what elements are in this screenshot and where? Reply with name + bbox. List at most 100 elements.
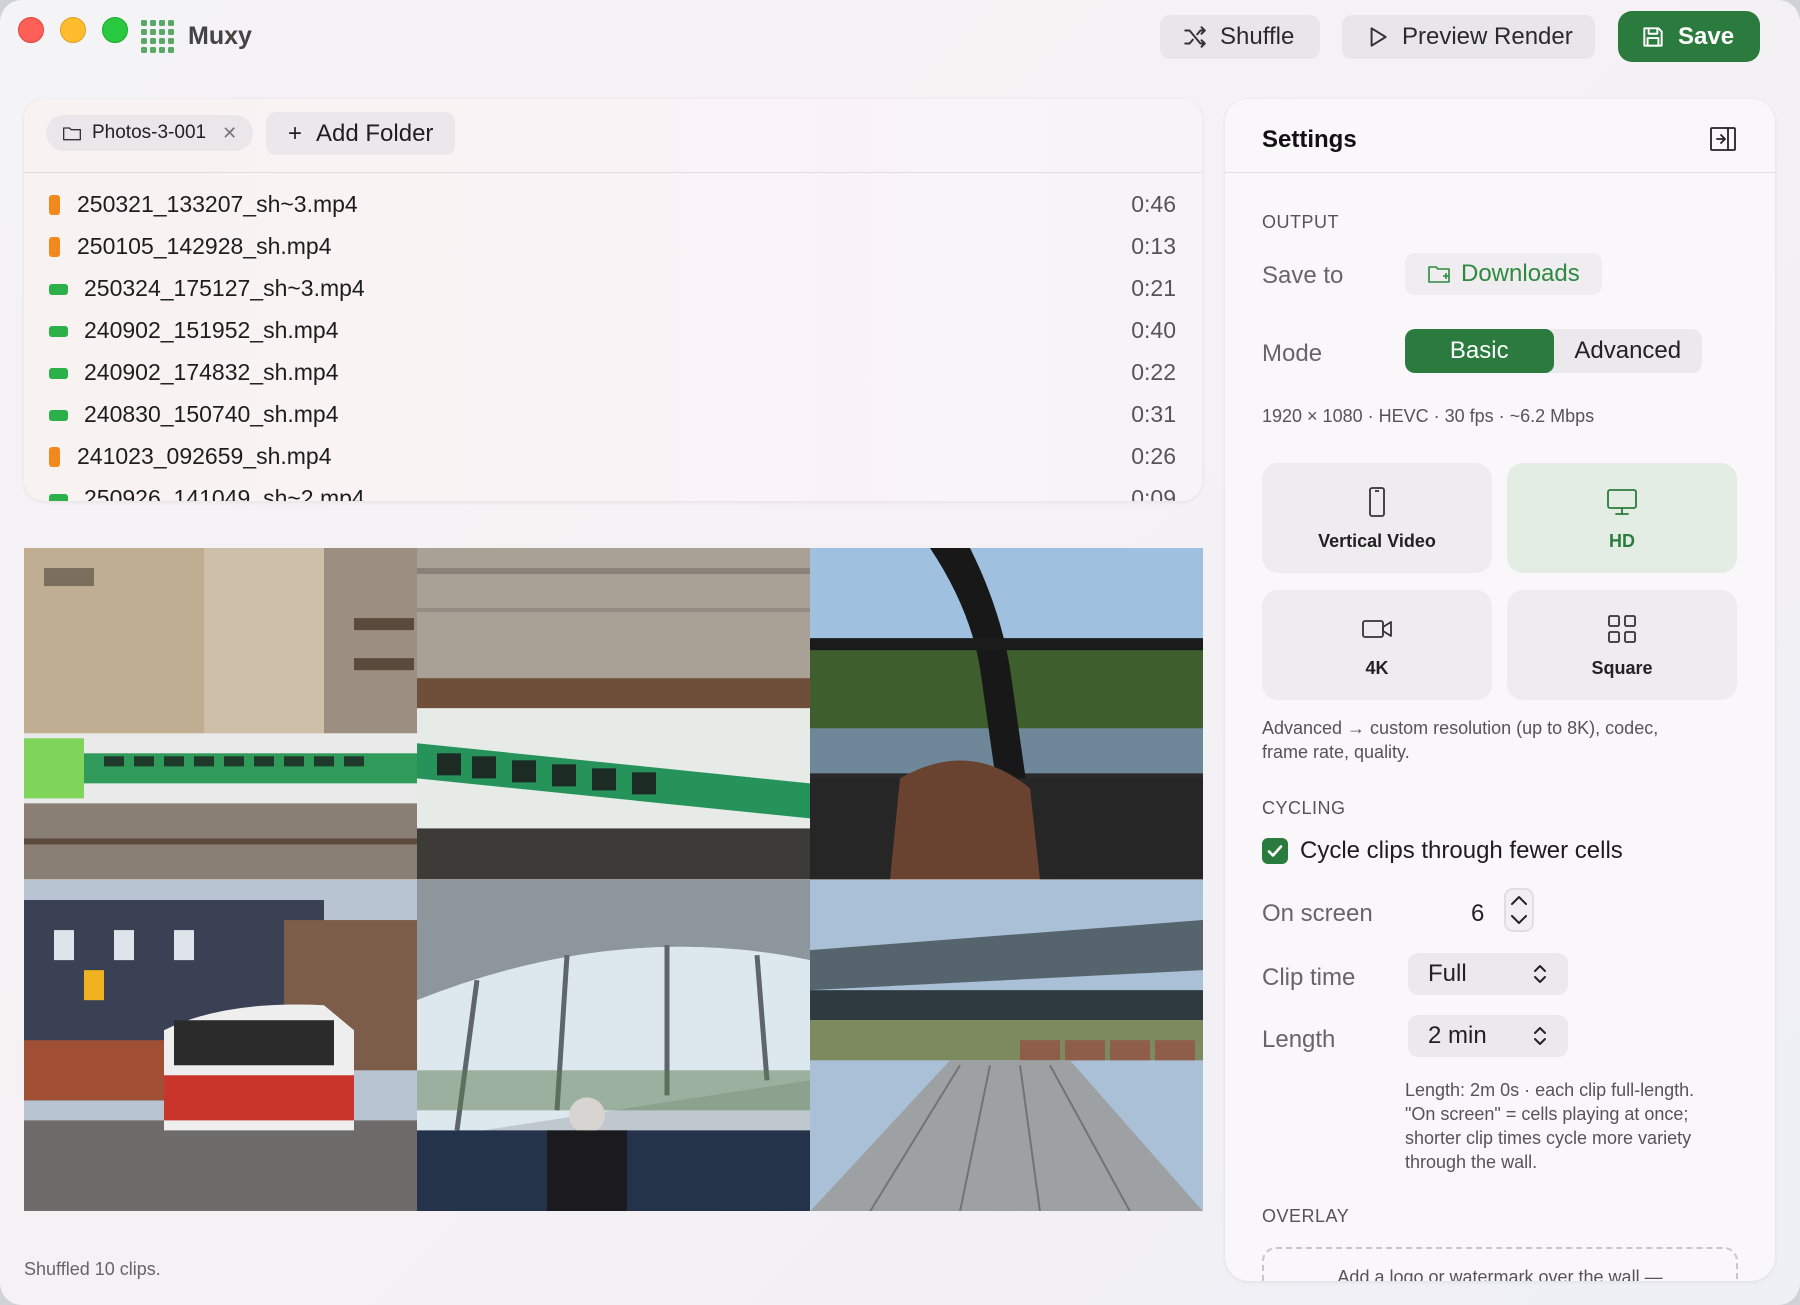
train-window-lake-thumbnail bbox=[810, 548, 1203, 880]
save-button[interactable]: Save bbox=[1618, 11, 1760, 62]
zoom-window-button[interactable] bbox=[102, 17, 128, 43]
remove-folder-icon[interactable]: ✕ bbox=[222, 123, 237, 144]
file-row[interactable]: 241023_092659_sh.mp4 0:26 bbox=[24, 437, 1202, 479]
preset-hd-label: HD bbox=[1609, 530, 1635, 551]
title-bar: Muxy Shuffle Preview Render Save bbox=[0, 0, 1800, 80]
length-value: 2 min bbox=[1428, 1022, 1487, 1049]
clip-time-select[interactable]: Full bbox=[1408, 953, 1568, 995]
file-row[interactable]: 240902_174832_sh.mp4 0:22 bbox=[24, 353, 1202, 395]
file-list-panel: Photos-3-001 ✕ + Add Folder 250321_13320… bbox=[24, 99, 1202, 501]
on-screen-stepper[interactable] bbox=[1504, 888, 1534, 932]
file-row[interactable]: 240902_151952_sh.mp4 0:40 bbox=[24, 311, 1202, 353]
cycle-clips-checkbox[interactable] bbox=[1262, 838, 1288, 864]
file-duration: 0:21 bbox=[1131, 275, 1176, 301]
preset-vertical-video[interactable]: Vertical Video bbox=[1262, 463, 1492, 573]
app-window: Muxy Shuffle Preview Render Save Photos-… bbox=[0, 0, 1800, 1305]
status-message: Shuffled 10 clips. bbox=[24, 1259, 161, 1279]
folder-plus-icon bbox=[1428, 266, 1450, 283]
preview-cell-4 bbox=[24, 879, 417, 1211]
close-window-button[interactable] bbox=[18, 17, 44, 43]
file-duration: 0:13 bbox=[1131, 233, 1176, 259]
collapse-sidebar-icon[interactable] bbox=[1709, 126, 1737, 152]
file-row[interactable]: 250926_141049_sh~2.mp4 0:09 bbox=[24, 479, 1202, 501]
preset-hd[interactable]: HD bbox=[1507, 463, 1737, 573]
plus-icon: + bbox=[288, 119, 303, 147]
monitor-icon bbox=[1607, 488, 1637, 515]
overlay-drop-zone[interactable]: Add a logo or watermark over the wall — bbox=[1262, 1247, 1738, 1281]
settings-panel: Settings OUTPUT Save to Downloads Mode B… bbox=[1225, 99, 1775, 1281]
file-duration: 0:31 bbox=[1131, 401, 1176, 427]
clip-color-marker bbox=[49, 195, 60, 215]
advanced-hint-line-1: Advanced → custom resolution (up to 8K),… bbox=[1262, 718, 1659, 738]
preview-cell-6 bbox=[810, 879, 1203, 1211]
file-duration: 0:40 bbox=[1131, 317, 1176, 343]
folder-icon bbox=[63, 127, 82, 141]
file-name: 250105_142928_sh.mp4 bbox=[77, 233, 332, 259]
folder-chip[interactable]: Photos-3-001 ✕ bbox=[46, 115, 254, 151]
clip-time-label: Clip time bbox=[1262, 964, 1356, 991]
preset-square[interactable]: Square bbox=[1507, 590, 1737, 700]
clip-color-marker bbox=[49, 326, 68, 337]
preview-cell-5 bbox=[417, 879, 810, 1211]
folder-chip-label: Photos-3-001 bbox=[92, 122, 207, 143]
phone-icon bbox=[1369, 486, 1385, 517]
file-name: 240902_174832_sh.mp4 bbox=[84, 359, 339, 385]
preview-render-button[interactable]: Preview Render bbox=[1342, 15, 1595, 59]
settings-title: Settings bbox=[1262, 126, 1357, 153]
file-name: 250926_141049_sh~2.mp4 bbox=[84, 485, 365, 501]
minimize-window-button[interactable] bbox=[60, 17, 86, 43]
file-row[interactable]: 240830_150740_sh.mp4 0:31 bbox=[24, 395, 1202, 437]
train-station-thumbnail bbox=[24, 548, 417, 880]
length-hint: Length: 2m 0s · each clip full-length. "… bbox=[1405, 1078, 1755, 1174]
file-list-header: Photos-3-001 ✕ + Add Folder bbox=[24, 99, 1202, 173]
mode-advanced-option[interactable]: Advanced bbox=[1554, 329, 1703, 373]
add-folder-button[interactable]: + Add Folder bbox=[266, 112, 456, 155]
clip-color-marker bbox=[49, 237, 60, 257]
checkmark-icon bbox=[1267, 845, 1283, 857]
shuffle-button[interactable]: Shuffle bbox=[1160, 15, 1320, 59]
streetcar-thumbnail bbox=[24, 879, 417, 1211]
preview-cell-1 bbox=[24, 548, 417, 880]
shuffle-label: Shuffle bbox=[1220, 23, 1295, 50]
file-row[interactable]: 250324_175127_sh~3.mp4 0:21 bbox=[24, 269, 1202, 311]
preview-cell-2 bbox=[417, 548, 810, 880]
file-duration: 0:26 bbox=[1131, 443, 1176, 469]
preset-4k[interactable]: 4K bbox=[1262, 590, 1492, 700]
save-to-folder-button[interactable]: Downloads bbox=[1405, 253, 1602, 295]
length-hint-line-4: through the wall. bbox=[1405, 1152, 1538, 1172]
file-row[interactable]: 250321_133207_sh~3.mp4 0:46 bbox=[24, 185, 1202, 227]
file-duration: 0:09 bbox=[1131, 485, 1176, 501]
file-duration: 0:22 bbox=[1131, 359, 1176, 385]
chevron-up-down-icon bbox=[1534, 1027, 1546, 1045]
train-closeup-thumbnail bbox=[417, 548, 810, 880]
file-row[interactable]: 250105_142928_sh.mp4 0:13 bbox=[24, 227, 1202, 269]
clip-color-marker bbox=[49, 284, 68, 295]
preview-render-label: Preview Render bbox=[1402, 23, 1573, 50]
chevron-up-down-icon bbox=[1534, 965, 1546, 983]
preset-vertical-label: Vertical Video bbox=[1318, 530, 1436, 551]
file-name: 240830_150740_sh.mp4 bbox=[84, 401, 339, 427]
clip-color-marker bbox=[49, 447, 60, 467]
file-name: 241023_092659_sh.mp4 bbox=[77, 443, 332, 469]
output-section-label: OUTPUT bbox=[1262, 212, 1339, 232]
file-duration: 0:46 bbox=[1131, 191, 1176, 217]
mode-basic-option[interactable]: Basic bbox=[1405, 329, 1554, 373]
bridge-tracks-thumbnail bbox=[810, 879, 1203, 1211]
app-grid-icon bbox=[141, 20, 175, 53]
shuffle-icon bbox=[1184, 26, 1206, 48]
save-to-label: Save to bbox=[1262, 262, 1344, 289]
preset-4k-label: 4K bbox=[1365, 657, 1389, 678]
grid-squares-icon bbox=[1608, 614, 1636, 643]
advanced-hint-line-2: frame rate, quality. bbox=[1262, 742, 1410, 762]
length-hint-line-1: Length: 2m 0s · each clip full-length. bbox=[1405, 1080, 1695, 1100]
length-select[interactable]: 2 min bbox=[1408, 1015, 1568, 1057]
clip-color-marker bbox=[49, 494, 68, 501]
mode-segmented-control: Basic Advanced bbox=[1405, 329, 1702, 373]
file-name: 250321_133207_sh~3.mp4 bbox=[77, 191, 358, 217]
dome-car-interior-thumbnail bbox=[417, 879, 810, 1211]
overlay-section-label: OVERLAY bbox=[1262, 1206, 1350, 1226]
file-list: 250321_133207_sh~3.mp4 0:46 250105_142928_… bbox=[24, 185, 1202, 501]
cycle-clips-checkbox-row[interactable]: Cycle clips through fewer cells bbox=[1262, 837, 1623, 865]
preview-cell-3 bbox=[810, 548, 1203, 880]
play-icon bbox=[1370, 27, 1387, 47]
